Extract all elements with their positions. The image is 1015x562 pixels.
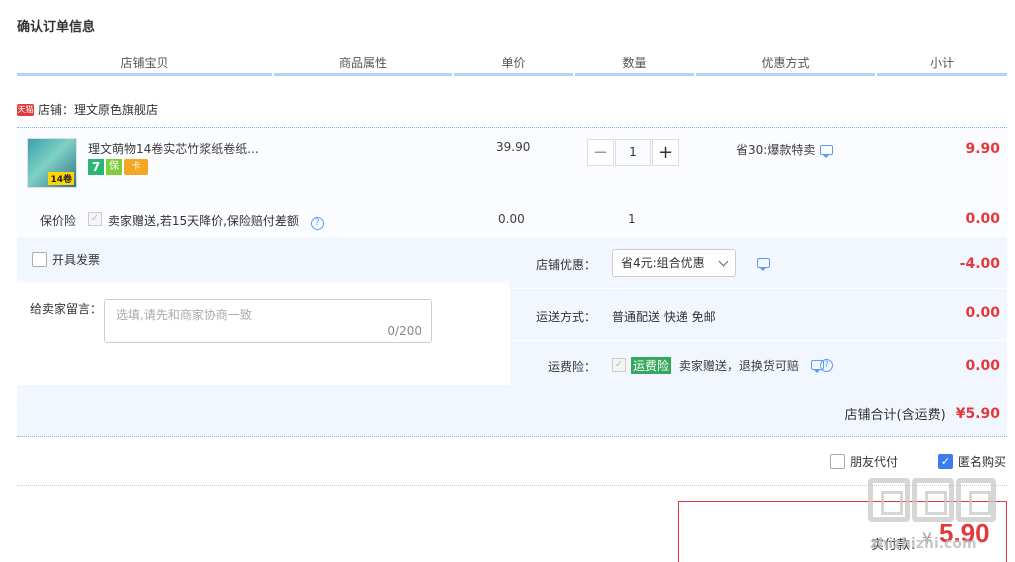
shop-discount-label: 店铺优惠：	[536, 258, 597, 272]
message-icon[interactable]	[820, 144, 834, 158]
shop-total-value: ¥5.90	[955, 405, 1000, 422]
col-subtotal: 小计	[877, 54, 1007, 76]
col-shop-item: 店铺宝贝	[17, 54, 272, 76]
price-protection-price: 0.00	[498, 212, 525, 226]
anonymous-purchase-option[interactable]: ✓ 匿名购买	[938, 453, 1006, 470]
order-options-panel: 开具发票 给卖家留言： 选填,请先和商家协商一致 0/200 店铺优惠： 省4元…	[17, 237, 1007, 437]
col-quantity: 数量	[575, 54, 694, 76]
price-protection-text: 卖家赠送,若15天降价,保险赔付差额 ?	[108, 212, 324, 230]
product-thumbnail[interactable]: 14卷	[27, 138, 77, 188]
price-protection-label: 保价险	[40, 214, 77, 228]
unit-price: 39.90	[496, 140, 531, 154]
freight-insurance-checkbox: ✓	[612, 358, 626, 372]
shop-total: 店铺合计(含运费) ¥5.90	[844, 404, 1000, 424]
price-protection-desc: 卖家赠送,若15天降价,保险赔付差额	[108, 214, 299, 228]
seven-day-return-icon[interactable]: 7	[88, 159, 104, 175]
invoice-section: 开具发票	[17, 237, 510, 282]
price-protection-qty: 1	[628, 212, 636, 226]
item-subtotal: 9.90	[965, 141, 1000, 157]
friend-pay-label: 朋友代付	[850, 455, 899, 469]
chevron-down-icon	[718, 256, 729, 267]
shipping-value: 0.00	[965, 305, 1000, 321]
product-title-link[interactable]: 理文萌物14卷实芯竹浆纸卷纸...	[88, 140, 259, 157]
quantity-stepper: − 1 +	[587, 139, 679, 166]
price-protection-subtotal: 0.00	[965, 211, 1000, 227]
shop-name-link[interactable]: 店铺：理文原色旗舰店	[38, 101, 158, 118]
help-icon[interactable]: ?	[820, 359, 833, 372]
friend-pay-option[interactable]: 朋友代付	[830, 453, 898, 470]
seller-message-input[interactable]: 选填,请先和商家协商一致 0/200	[104, 299, 432, 343]
protection-icon[interactable]: 保	[106, 159, 122, 175]
invoice-option[interactable]: 开具发票	[32, 251, 100, 268]
message-section: 给卖家留言： 选填,请先和商家协商一致 0/200	[17, 283, 510, 385]
quantity-increase-button[interactable]: +	[652, 139, 679, 166]
freight-insurance-text: 卖家赠送，退换货可赔	[678, 359, 799, 373]
message-char-count: 0/200	[387, 324, 422, 338]
quantity-decrease-button[interactable]: −	[587, 139, 614, 166]
service-badges: 7 保 卡	[88, 159, 148, 175]
shop-discount-row: 店铺优惠： 省4元:组合优惠 -4.00	[512, 237, 1007, 288]
tmall-icon: 天猫	[17, 103, 34, 116]
friend-pay-checkbox[interactable]	[830, 454, 845, 469]
thumb-tag: 14卷	[48, 172, 74, 185]
quantity-input[interactable]: 1	[615, 139, 651, 166]
help-icon[interactable]: ?	[310, 217, 324, 230]
column-header: 店铺宝贝 商品属性 单价 数量 优惠方式 小计	[17, 54, 1007, 76]
payment-amount: 5.90	[939, 518, 990, 548]
page-title: 确认订单信息	[17, 20, 96, 35]
shipping-row: 运送方式： 普通配送 快递 免邮 0.00	[512, 289, 1007, 340]
price-protection-row: 保价险 ✓ 卖家赠送,若15天降价,保险赔付差额 ? 0.00 1 0.00	[17, 209, 1007, 231]
message-label: 给卖家留言：	[30, 302, 103, 316]
shipping-method: 普通配送 快递 免邮	[612, 310, 716, 324]
anonymous-checkbox[interactable]: ✓	[938, 454, 953, 469]
shop-discount-value: -4.00	[959, 256, 1000, 272]
freight-insurance-tag: 运费险	[631, 357, 672, 374]
freight-insurance-value: 0.00	[965, 358, 1000, 374]
payment-currency: ¥	[922, 529, 933, 548]
price-protection-checkbox: ✓	[88, 212, 102, 226]
col-discount: 优惠方式	[696, 54, 875, 76]
invoice-label: 开具发票	[52, 253, 101, 267]
freight-insurance-desc: 运费险 卖家赠送，退换货可赔	[631, 357, 799, 374]
promotion-text: 省30:爆款特卖	[736, 143, 816, 157]
message-placeholder: 选填,请先和商家协商一致	[116, 308, 252, 322]
payment-label: 实付款：	[871, 538, 924, 553]
credit-card-icon[interactable]: 卡	[124, 159, 148, 175]
shipping-label: 运送方式：	[536, 310, 597, 324]
col-unit-price: 单价	[454, 54, 573, 76]
invoice-checkbox[interactable]	[32, 252, 47, 267]
shop-discount-selected: 省4元:组合优惠	[621, 256, 705, 270]
item-promotion: 省30:爆款特卖	[736, 141, 834, 158]
payment-summary: 实付款： ¥ 5.90	[678, 501, 1007, 562]
shop-discount-select[interactable]: 省4元:组合优惠	[612, 249, 736, 277]
shop-total-label: 店铺合计(含运费)	[844, 408, 946, 423]
freight-insurance-row: 运费险： ✓ 运费险 卖家赠送，退换货可赔 ? 0.00	[512, 341, 1007, 385]
anonymous-label: 匿名购买	[958, 455, 1007, 469]
col-attributes: 商品属性	[274, 54, 452, 76]
freight-insurance-label: 运费险：	[548, 360, 597, 374]
divider	[17, 485, 1007, 486]
order-summary-right: 店铺优惠： 省4元:组合优惠 -4.00 运送方式： 普通配送 快递 免邮 0.…	[512, 237, 1007, 385]
message-icon[interactable]	[757, 258, 770, 271]
shop-line: 天猫 店铺：理文原色旗舰店	[17, 101, 158, 118]
